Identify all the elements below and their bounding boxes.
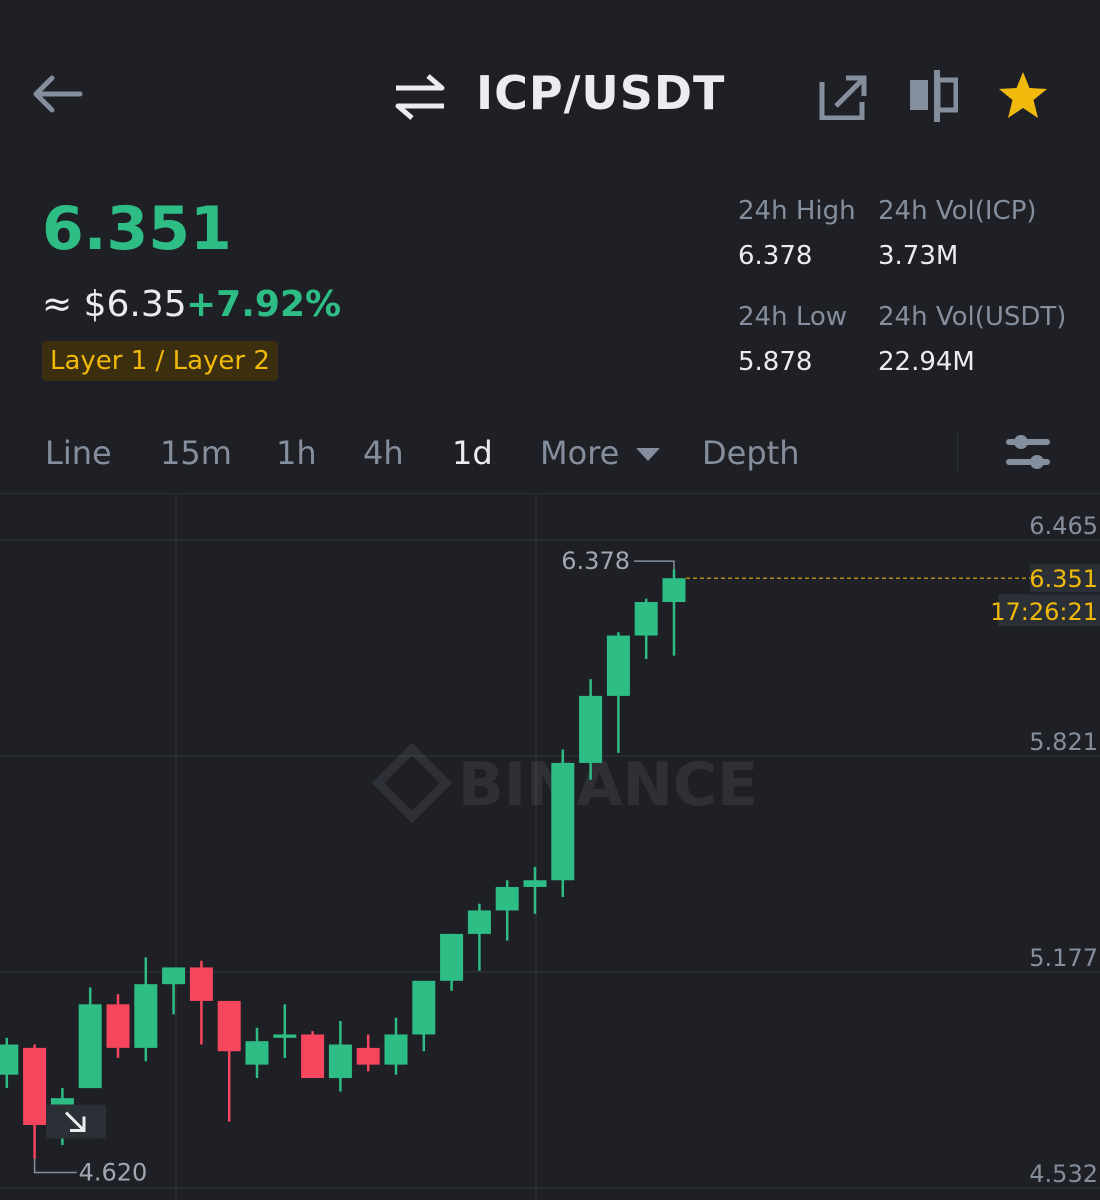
binance-logo-icon bbox=[371, 742, 453, 824]
tab-more[interactable]: More bbox=[540, 434, 660, 472]
vol-icp-value: 3.73M bbox=[878, 241, 959, 271]
chart-settings-icon[interactable] bbox=[1004, 430, 1052, 474]
candle-body bbox=[495, 886, 519, 911]
watermark-text: BINANCE bbox=[458, 750, 758, 820]
swap-arrows-icon[interactable] bbox=[392, 72, 448, 122]
tab-line[interactable]: Line bbox=[45, 434, 112, 472]
pair-title[interactable]: ICP/USDT bbox=[476, 66, 725, 120]
candle-body bbox=[106, 1004, 130, 1048]
max-marker-line bbox=[634, 560, 675, 570]
min-marker-line bbox=[33, 1158, 77, 1174]
vol-icp-label: 24h Vol(ICP) bbox=[878, 196, 1037, 226]
y-tick-label: 5.177 bbox=[1029, 944, 1098, 972]
favorite-star-icon[interactable] bbox=[996, 70, 1050, 122]
y-tick-label: 6.465 bbox=[1029, 512, 1098, 540]
candle-body bbox=[189, 967, 213, 1001]
candle-body bbox=[523, 880, 547, 887]
candle-widget-icon[interactable] bbox=[908, 66, 958, 126]
candle-body bbox=[662, 578, 686, 603]
vol-usdt-label: 24h Vol(USDT) bbox=[878, 302, 1067, 332]
low-value: 5.878 bbox=[738, 347, 813, 377]
candle-countdown: 17:26:21 bbox=[990, 598, 1098, 626]
last-price: 6.351 bbox=[42, 194, 232, 264]
candle-body bbox=[467, 910, 491, 934]
back-arrow-icon[interactable] bbox=[28, 72, 84, 116]
candle-body bbox=[606, 635, 630, 696]
last-price-tag: 6.351 bbox=[1029, 565, 1098, 593]
candle-body bbox=[440, 933, 464, 981]
category-tag[interactable]: Layer 1 / Layer 2 bbox=[42, 341, 278, 381]
low-label: 24h Low bbox=[738, 302, 848, 332]
tab-more-label: More bbox=[540, 434, 620, 472]
candle-body bbox=[328, 1044, 352, 1079]
share-external-icon[interactable] bbox=[818, 72, 868, 120]
candle-body bbox=[634, 602, 658, 636]
high-value: 6.378 bbox=[738, 241, 813, 271]
candle-body bbox=[273, 1034, 297, 1038]
tab-15m[interactable]: 15m bbox=[160, 434, 232, 472]
price-change-percent: +7.92% bbox=[186, 284, 342, 325]
tab-divider bbox=[957, 430, 958, 474]
candle-body bbox=[245, 1041, 269, 1065]
y-tick-label: 5.821 bbox=[1029, 728, 1098, 756]
candle-body bbox=[301, 1034, 325, 1079]
candle-body bbox=[356, 1047, 380, 1065]
candle-body bbox=[384, 1034, 408, 1065]
candle-body bbox=[217, 1000, 241, 1052]
min-price-label: 4.620 bbox=[79, 1158, 148, 1186]
caret-down-icon bbox=[635, 448, 660, 461]
candlestick-chart[interactable]: 6.465 5.821 5.177 4.532 BINANCE 6.378 4.620 6.3… bbox=[0, 494, 1100, 1200]
price-usd-approx: ≈ $6.35 bbox=[42, 284, 187, 325]
tab-4h[interactable]: 4h bbox=[363, 434, 404, 472]
candle-body bbox=[162, 967, 186, 985]
high-label: 24h High bbox=[738, 196, 856, 226]
candle-body bbox=[23, 1047, 47, 1125]
vol-usdt-value: 22.94M bbox=[878, 347, 975, 377]
candle-body bbox=[0, 1044, 19, 1075]
candle-body bbox=[579, 695, 603, 763]
max-price-label: 6.378 bbox=[561, 547, 630, 575]
candle-body bbox=[412, 980, 436, 1035]
y-tick-label: 4.532 bbox=[1029, 1160, 1098, 1188]
candle-body bbox=[551, 762, 575, 881]
tab-1h[interactable]: 1h bbox=[276, 434, 317, 472]
tab-depth[interactable]: Depth bbox=[702, 434, 799, 472]
candle-body bbox=[134, 984, 158, 1048]
tab-1d[interactable]: 1d bbox=[452, 434, 493, 472]
candle-body bbox=[78, 1004, 102, 1089]
